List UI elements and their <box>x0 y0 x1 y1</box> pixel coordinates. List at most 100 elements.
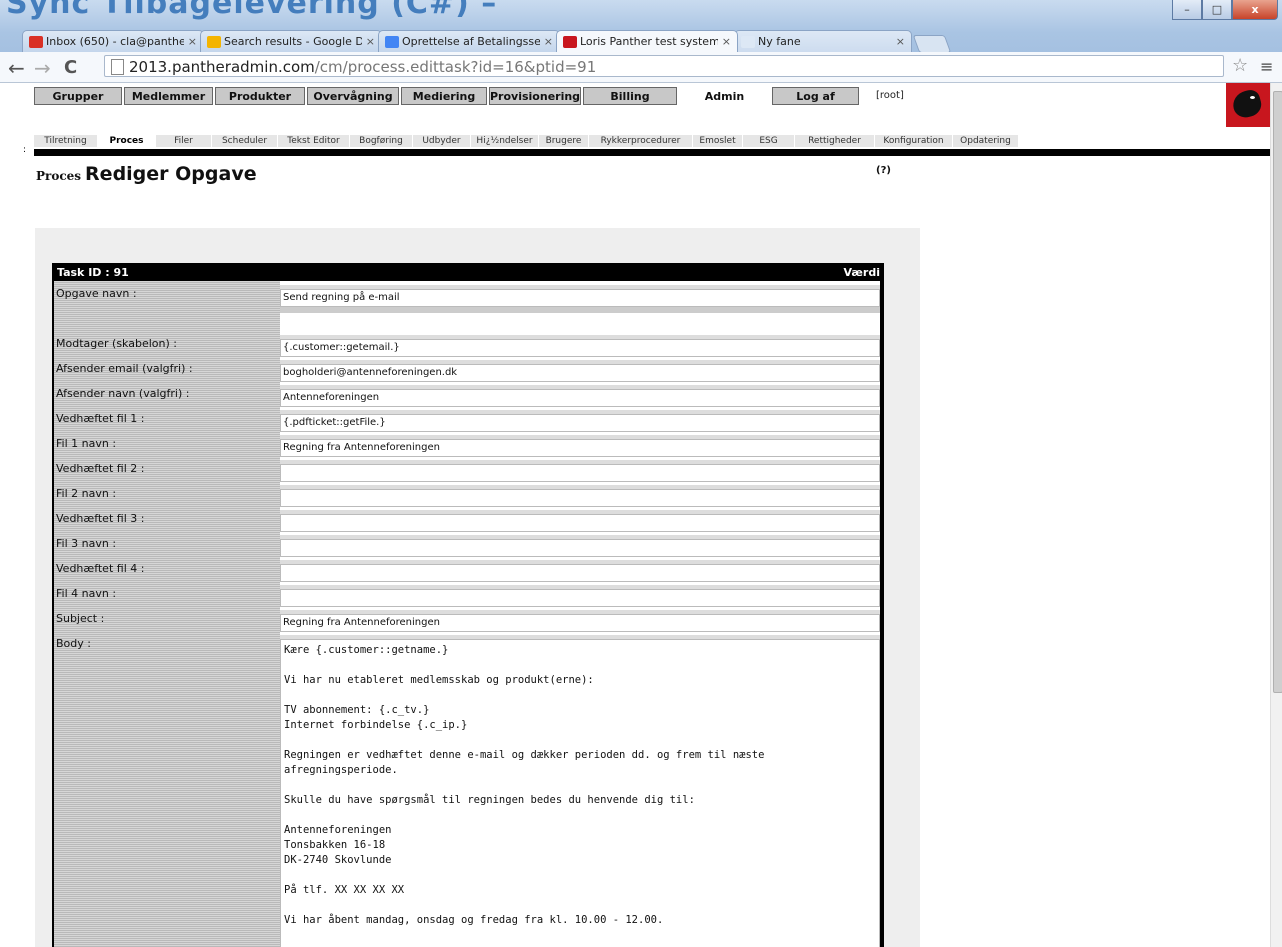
body-line: DK-2740 Skovlunde <box>284 854 392 866</box>
page-title-section: Proces <box>36 169 82 183</box>
forward-arrow-icon[interactable]: → <box>34 56 51 80</box>
gmail-icon <box>29 35 43 48</box>
field-input[interactable] <box>280 564 880 582</box>
scrollbar-thumb[interactable] <box>1273 91 1282 693</box>
nav-item-5[interactable]: Provisionering <box>489 87 581 105</box>
body-line: afregningsperiode. <box>284 764 398 776</box>
sub-navigation: Tilretning Proces Filer Scheduler Tekst Edit… <box>34 135 1019 147</box>
chrome-menu-icon[interactable]: ≡ <box>1260 57 1273 76</box>
body-line: Internet forbindelse {.c_ip.} <box>284 719 468 731</box>
subnav-item-13[interactable]: Konfiguration <box>875 135 953 147</box>
subnav-item-2[interactable]: Filer <box>156 135 212 147</box>
subnav-item-12[interactable]: Rettigheder <box>795 135 875 147</box>
subnav-item-7[interactable]: Hi¿½ndelser <box>471 135 539 147</box>
nav-item-3[interactable]: Overvågning <box>307 87 399 105</box>
subnav-item-10[interactable]: Emoslet <box>693 135 743 147</box>
subnav-item-4[interactable]: Tekst Editor <box>278 135 350 147</box>
google-docs-icon <box>385 35 399 48</box>
new-tab-button[interactable] <box>912 35 952 53</box>
page-scrollbar[interactable] <box>1270 83 1282 947</box>
field-input[interactable] <box>280 589 880 607</box>
nav-item-1[interactable]: Medlemmer <box>124 87 213 105</box>
field-input[interactable]: {.pdfticket::getFile.} <box>280 414 880 432</box>
field-input[interactable] <box>280 539 880 557</box>
subnav-item-9[interactable]: Rykkerprocedurer <box>589 135 693 147</box>
body-textarea[interactable]: Kære {.customer::getname.} Vi har nu etab… <box>280 639 880 947</box>
field-label: Afsender email (valgfri) : <box>56 362 193 375</box>
field-input[interactable] <box>280 464 880 482</box>
subnav-item-1[interactable]: Proces <box>98 135 156 147</box>
nav-item-7[interactable]: Admin <box>679 87 770 105</box>
field-input[interactable]: {.customer::getemail.} <box>280 339 880 357</box>
body-line: På tlf. XX XX XX XX <box>284 884 405 896</box>
field-input[interactable]: bogholderi@antenneforeningen.dk <box>280 364 880 382</box>
subnav-item-5[interactable]: Bogføring <box>350 135 413 147</box>
field-label: Vedhæftet fil 4 : <box>56 562 145 575</box>
address-bar[interactable]: 2013.pantheradmin.com/cm/process.edittas… <box>104 55 1224 77</box>
tab-title: Inbox (650) - cla@panther <box>46 35 184 48</box>
subnav-item-6[interactable]: Udbyder <box>413 135 471 147</box>
form-row: Afsender email (valgfri) : bogholderi@ant… <box>54 360 882 382</box>
subnav-item-3[interactable]: Scheduler <box>212 135 278 147</box>
panther-icon <box>563 35 577 48</box>
nav-item-4[interactable]: Mediering <box>401 87 487 105</box>
nav-item-2[interactable]: Produkter <box>215 87 305 105</box>
tab-close-icon[interactable]: × <box>188 35 197 48</box>
tab-4[interactable]: Ny fane × <box>734 30 912 52</box>
body-line: Skulle du have spørgsmål til regningen b… <box>284 794 695 806</box>
page-title: Proces Rediger Opgave <box>36 163 257 185</box>
maximize-button[interactable]: □ <box>1202 0 1232 20</box>
form-row: Vedhæftet fil 4 : <box>54 560 882 582</box>
field-label: Vedhæftet fil 1 : <box>56 412 145 425</box>
subnav-item-11[interactable]: ESG <box>743 135 795 147</box>
form-row: Vedhæftet fil 1 : {.pdfticket::getFile.} <box>54 410 882 432</box>
field-label: Fil 1 navn : <box>56 437 117 450</box>
field-input[interactable] <box>280 514 880 532</box>
nav-item-6[interactable]: Billing <box>583 87 677 105</box>
field-input[interactable]: Regning fra Antenneforeningen <box>280 439 880 457</box>
form-row: Fil 1 navn : Regning fra Antenneforeninge… <box>54 435 882 457</box>
body-line: Kære {.customer::getname.} <box>284 644 449 656</box>
value-column-header: Værdi <box>843 266 880 279</box>
close-window-button[interactable]: x <box>1232 0 1278 20</box>
google-drive-icon <box>207 35 221 48</box>
subnav-item-8[interactable]: Brugere <box>539 135 589 147</box>
url-domain: 2013.pantheradmin.com <box>129 58 315 76</box>
body-line: Vi har åbent mandag, onsdag og fredag fr… <box>284 914 664 926</box>
nav-item-0[interactable]: Grupper <box>34 87 122 105</box>
minimize-button[interactable]: – <box>1172 0 1202 20</box>
tab-1[interactable]: Search results - Google Dr × <box>200 30 382 52</box>
form-border-right <box>880 265 882 947</box>
task-id-label: Task ID : 91 <box>57 266 129 279</box>
tab-2[interactable]: Oprettelse af Betalingsser × <box>378 30 560 52</box>
tab-close-icon[interactable]: × <box>366 35 375 48</box>
body-line <box>284 778 876 793</box>
back-arrow-icon[interactable]: ← <box>8 56 25 80</box>
nav-item-8[interactable]: Log af <box>772 87 859 105</box>
tab-close-icon[interactable]: × <box>544 35 553 48</box>
field-input[interactable]: Antenneforeningen <box>280 389 880 407</box>
body-line <box>284 733 876 748</box>
panther-logo <box>1226 83 1270 127</box>
body-line: Regningen er vedhæftet denne e-mail og d… <box>284 749 765 761</box>
tab-close-icon[interactable]: × <box>896 35 905 48</box>
body-line: Antenneforeningen <box>284 824 392 836</box>
body-line: Tonsbakken 16-18 <box>284 839 386 851</box>
form-row: Opgave navn : Send regning på e-mail <box>54 285 882 307</box>
field-input[interactable]: Send regning på e-mail <box>280 289 880 307</box>
tab-close-icon[interactable]: × <box>722 35 731 48</box>
body-label: Body : <box>56 637 91 650</box>
form-row: Vedhæftet fil 3 : <box>54 510 882 532</box>
tab-0[interactable]: Inbox (650) - cla@panther × <box>22 30 204 52</box>
field-input[interactable] <box>280 489 880 507</box>
field-input[interactable]: Regning fra Antenneforeningen <box>280 614 880 632</box>
tab-3[interactable]: Loris Panther test system × <box>556 30 738 52</box>
help-link[interactable]: (?) <box>876 165 891 176</box>
subnav-item-14[interactable]: Opdatering <box>953 135 1019 147</box>
subnav-item-0[interactable]: Tilretning <box>34 135 98 147</box>
field-label: Afsender navn (valgfri) : <box>56 387 190 400</box>
bookmark-star-icon[interactable]: ☆ <box>1232 55 1248 76</box>
form-row: Vedhæftet fil 2 : <box>54 460 882 482</box>
page-content: Grupper Medlemmer Produkter Overvågning Medi… <box>0 83 1270 947</box>
reload-icon[interactable]: C <box>64 57 77 78</box>
